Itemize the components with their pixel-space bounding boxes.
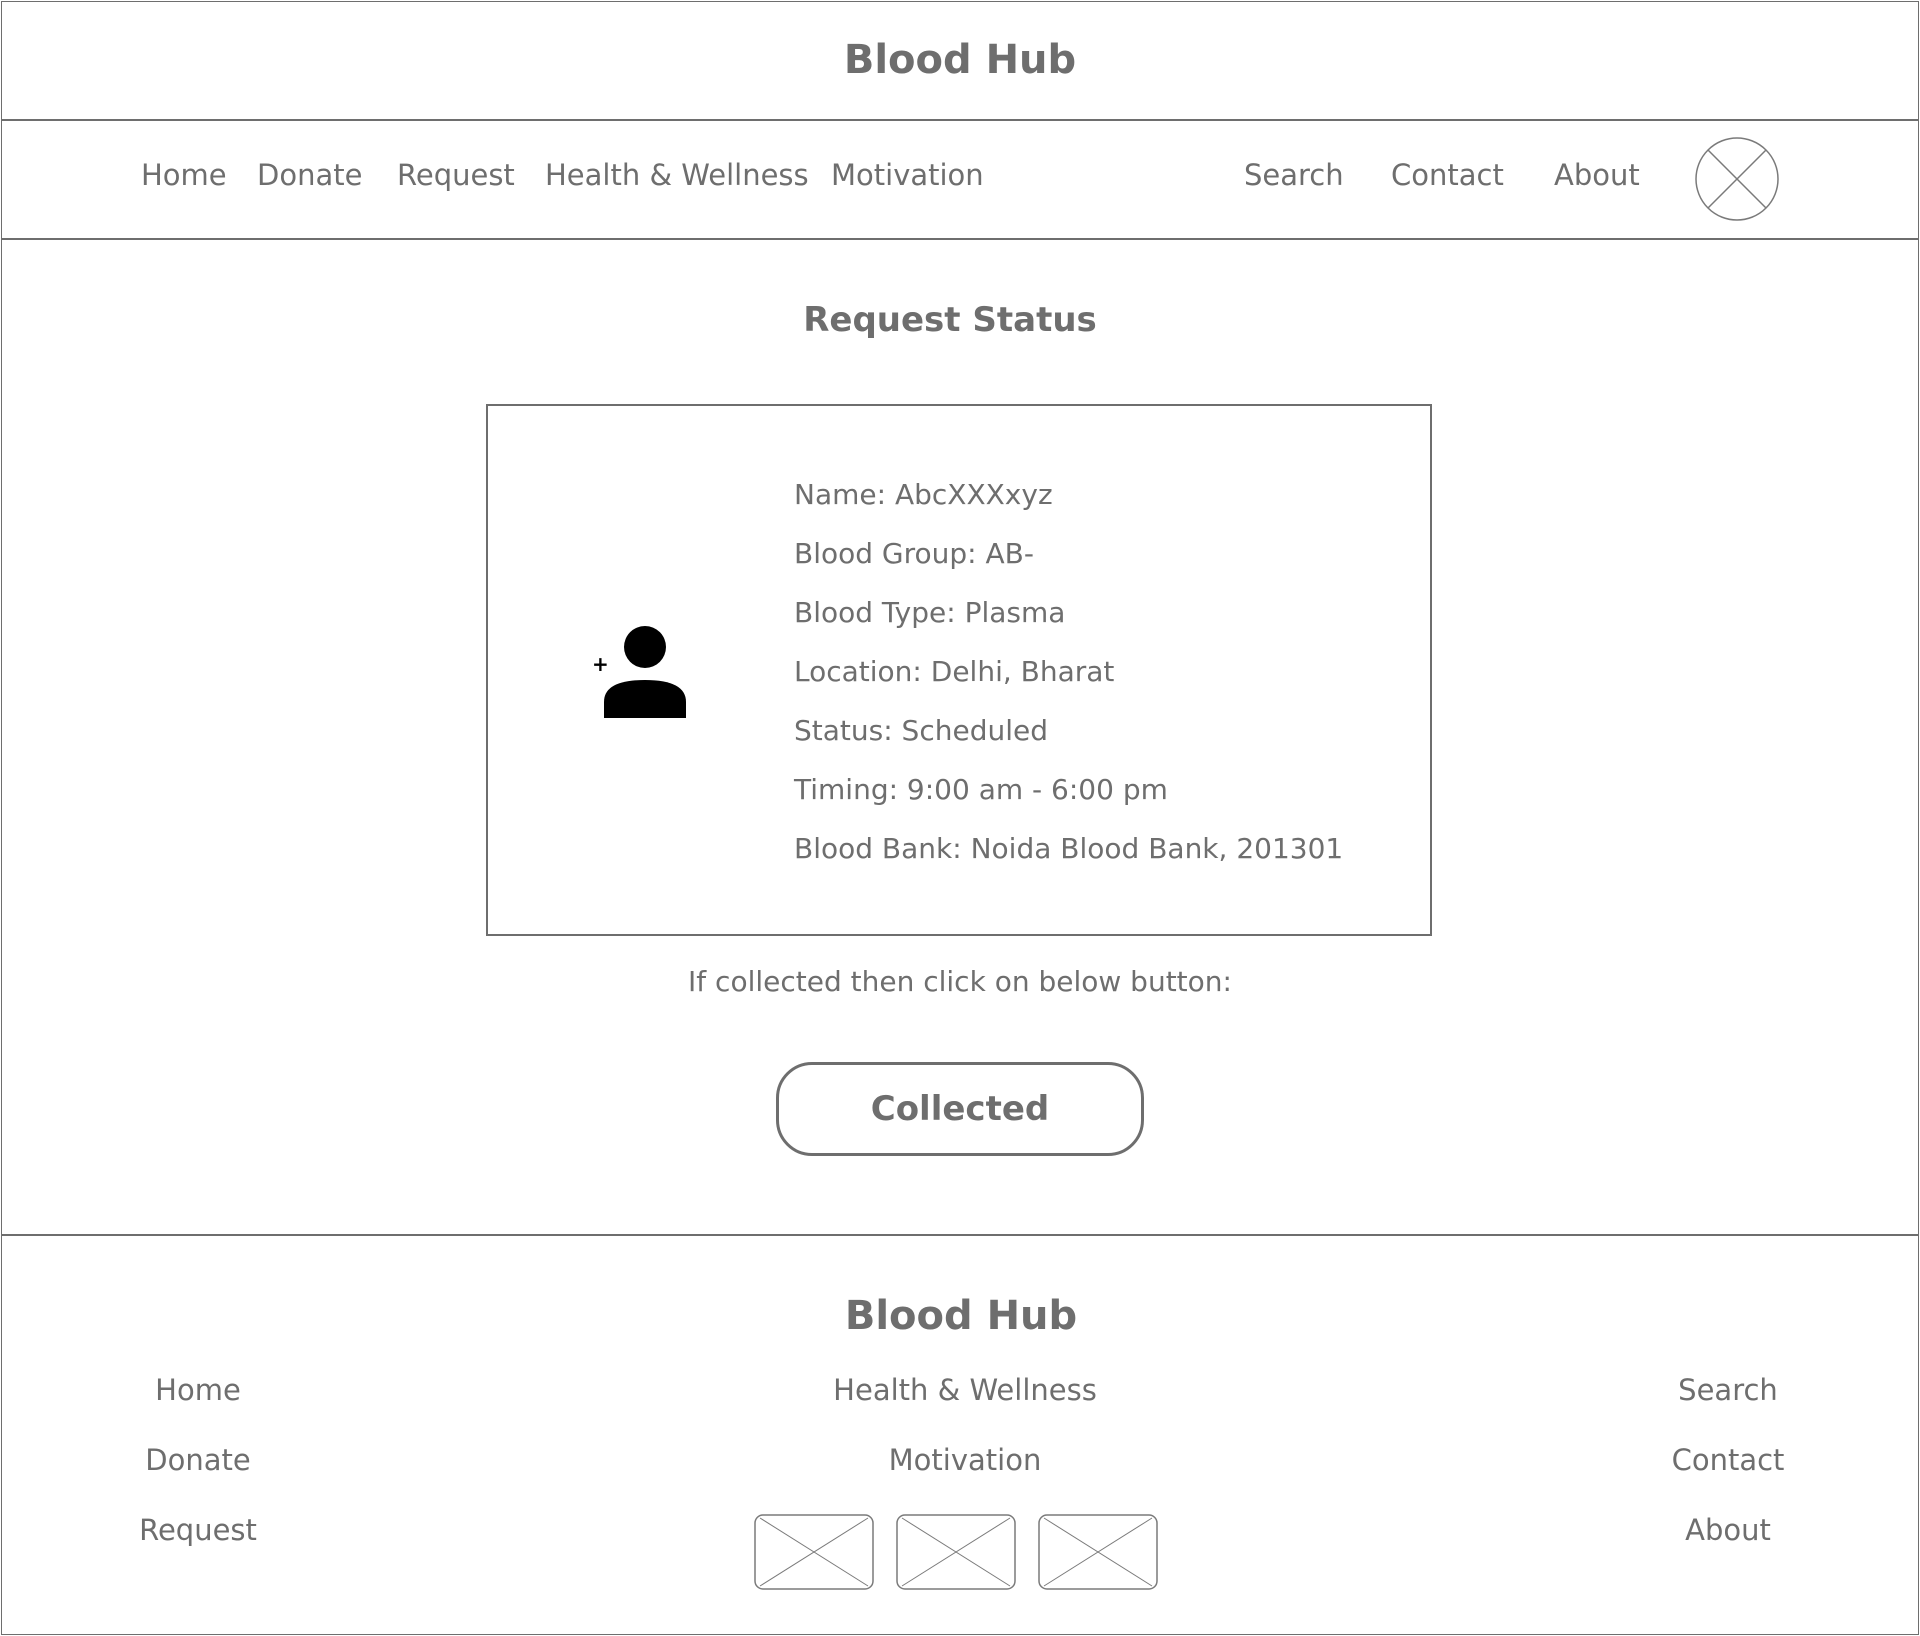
site-footer: Blood Hub Home Donate Request Health & W…	[1, 1234, 1919, 1636]
request-status-card: + Name: AbcXXXxyz Blood Group: AB- Blood…	[486, 404, 1432, 936]
footer-donate[interactable]: Donate	[145, 1443, 250, 1477]
nav-request[interactable]: Request	[397, 158, 515, 192]
detail-timing: Timing: 9:00 am - 6:00 pm	[794, 773, 1168, 806]
main-nav: Home Donate Request Health & Wellness Mo…	[1, 120, 1919, 240]
nav-about[interactable]: About	[1554, 158, 1640, 192]
page-title: Request Status	[803, 300, 1097, 340]
nav-contact[interactable]: Contact	[1391, 158, 1504, 192]
footer-home[interactable]: Home	[155, 1373, 241, 1407]
detail-blood-type: Blood Type: Plasma	[794, 596, 1066, 629]
request-details: Name: AbcXXXxyz Blood Group: AB- Blood T…	[794, 478, 1343, 891]
footer-contact[interactable]: Contact	[1672, 1443, 1785, 1477]
site-title[interactable]: Blood Hub	[844, 37, 1076, 83]
social-link-1-icon[interactable]	[754, 1514, 874, 1590]
social-link-2-icon[interactable]	[896, 1514, 1016, 1590]
footer-health-wellness[interactable]: Health & Wellness	[833, 1373, 1097, 1407]
detail-blood-group: Blood Group: AB-	[794, 537, 1034, 570]
nav-search[interactable]: Search	[1244, 158, 1344, 192]
nav-home[interactable]: Home	[141, 158, 227, 192]
social-link-3-icon[interactable]	[1038, 1514, 1158, 1590]
footer-title[interactable]: Blood Hub	[1, 1293, 1920, 1339]
nav-donate[interactable]: Donate	[257, 158, 362, 192]
footer-request[interactable]: Request	[139, 1513, 257, 1547]
site-header: Blood Hub	[1, 1, 1919, 121]
svg-text:+: +	[592, 652, 609, 676]
footer-search[interactable]: Search	[1678, 1373, 1778, 1407]
collected-hint: If collected then click on below button:	[688, 965, 1232, 998]
nav-health-wellness[interactable]: Health & Wellness	[545, 158, 809, 192]
detail-blood-bank: Blood Bank: Noida Blood Bank, 201301	[794, 832, 1344, 865]
collected-button[interactable]: Collected	[776, 1062, 1144, 1156]
detail-status: Status: Scheduled	[794, 714, 1048, 747]
footer-motivation[interactable]: Motivation	[889, 1443, 1042, 1477]
detail-location: Location: Delhi, Bharat	[794, 655, 1115, 688]
profile-avatar-icon[interactable]	[1695, 137, 1779, 221]
add-person-icon: +	[592, 626, 686, 718]
footer-about[interactable]: About	[1685, 1513, 1771, 1547]
nav-motivation[interactable]: Motivation	[831, 158, 984, 192]
detail-name: Name: AbcXXXxyz	[794, 478, 1053, 511]
